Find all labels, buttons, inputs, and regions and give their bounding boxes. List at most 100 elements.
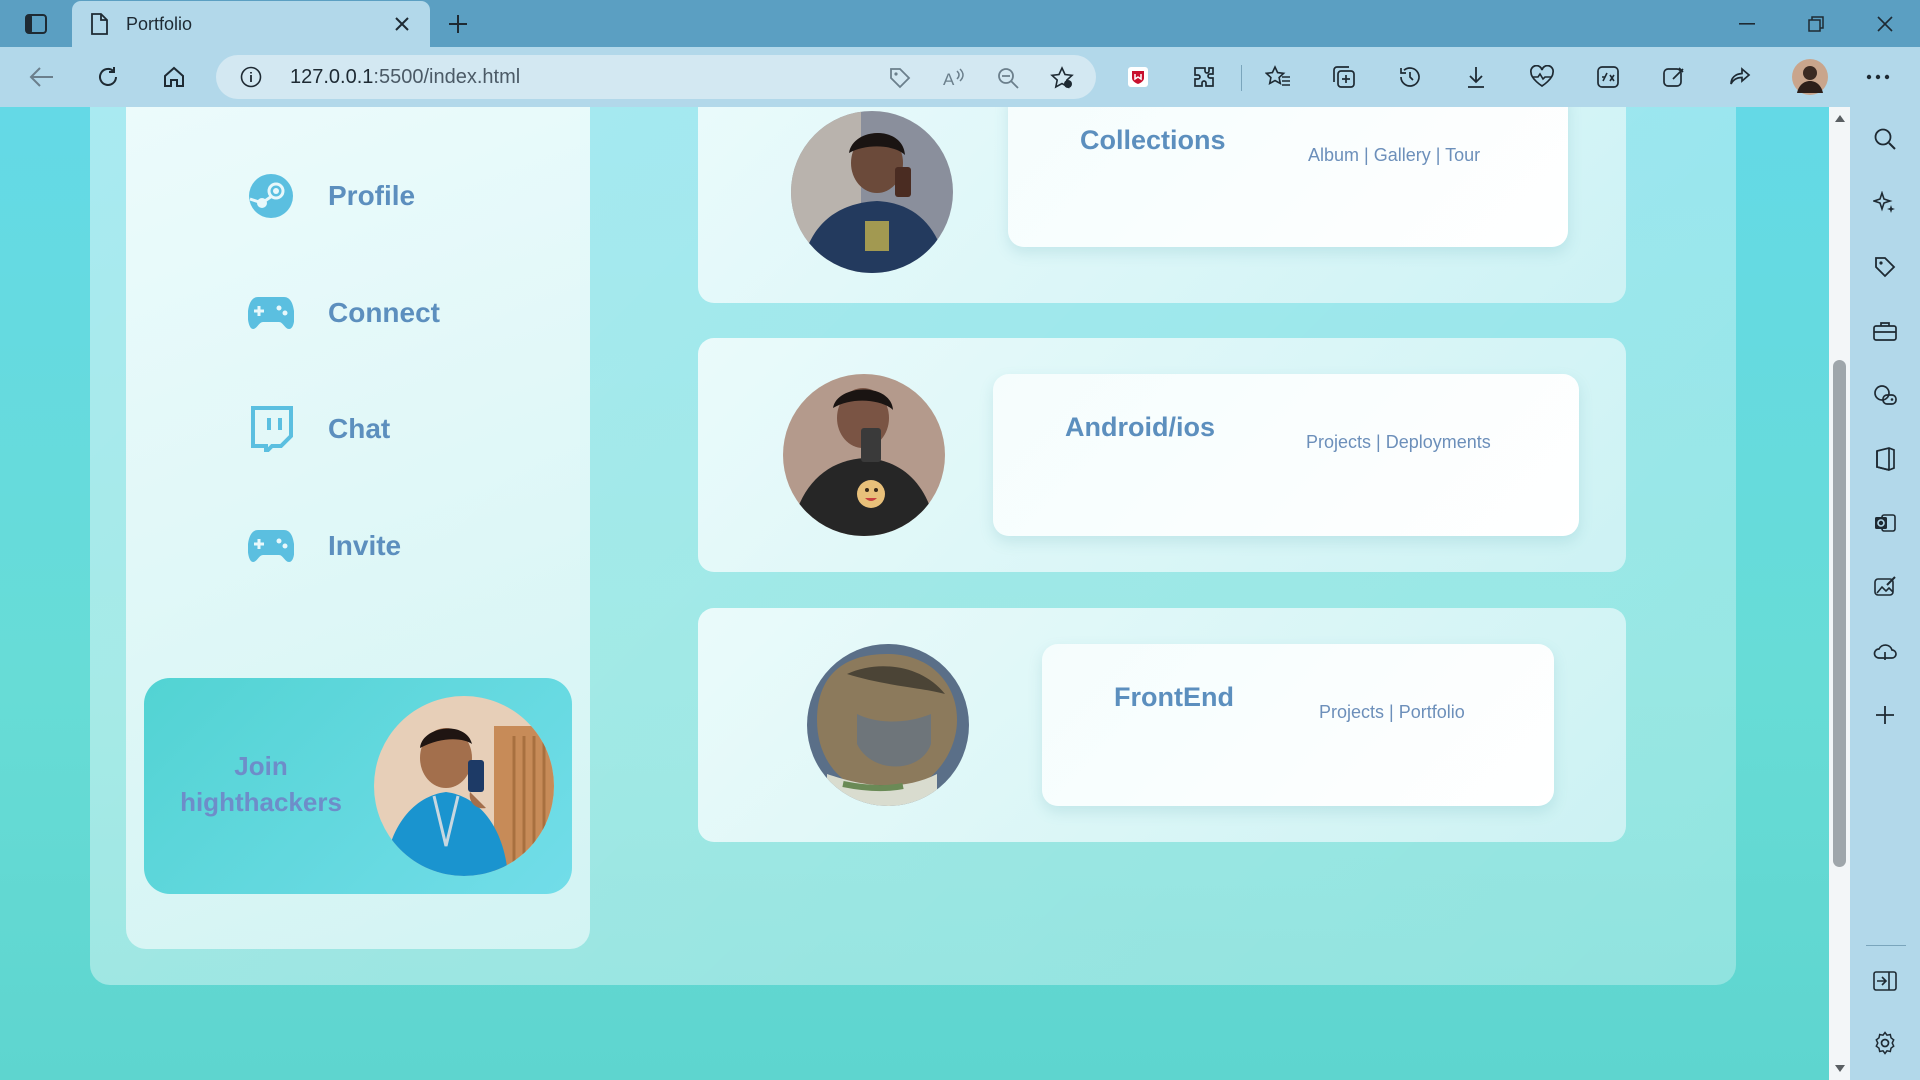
caret-up-icon xyxy=(1834,115,1845,122)
sidebar-search-button[interactable] xyxy=(1863,117,1907,161)
info-icon[interactable] xyxy=(240,66,262,88)
minimize-icon xyxy=(1739,22,1755,25)
close-icon xyxy=(1877,15,1893,32)
page-viewport[interactable]: Profile Connect Chat Invite Join hightha… xyxy=(0,107,1829,1080)
card-collections[interactable]: Collections Album | Gallery | Tour xyxy=(698,107,1626,303)
collections-button[interactable] xyxy=(1322,55,1366,99)
download-icon xyxy=(1468,67,1484,88)
nav-label: Invite xyxy=(328,530,402,561)
restore-button[interactable] xyxy=(1782,0,1850,47)
home-icon xyxy=(164,66,184,87)
join-avatar-photo xyxy=(374,696,554,876)
close-window-button[interactable] xyxy=(1851,0,1919,47)
history-icon xyxy=(1400,67,1420,87)
more-options-button[interactable] xyxy=(1856,55,1900,99)
sparkle-icon xyxy=(1873,191,1895,213)
sidebar-hide-button[interactable] xyxy=(1863,959,1907,1003)
search-icon xyxy=(1874,128,1896,150)
steam-icon xyxy=(248,173,294,219)
card-inner-panel: FrontEnd Projects | Portfolio xyxy=(1042,644,1554,806)
plus-icon xyxy=(1876,706,1894,724)
browser-essentials-button[interactable] xyxy=(1520,55,1564,99)
sidebar-drop-button[interactable] xyxy=(1863,629,1907,673)
add-favorite-icon[interactable] xyxy=(1050,66,1074,90)
url-host: 127.0.0.1 xyxy=(290,66,374,88)
card-title: FrontEnd xyxy=(1114,682,1234,712)
restore-icon xyxy=(1808,15,1824,32)
sidebar-games-button[interactable] xyxy=(1863,373,1907,417)
sidebar-settings-button[interactable] xyxy=(1863,1021,1907,1065)
hide-sidebar-icon xyxy=(1873,971,1897,991)
address-bar[interactable]: 127.0.0.1:5500/index.html A xyxy=(216,55,1096,99)
nav-item-profile[interactable]: Profile xyxy=(248,171,548,221)
svg-text:A: A xyxy=(943,70,955,89)
favorites-icon xyxy=(1265,65,1290,86)
gamepad-icon xyxy=(248,290,294,336)
gear-icon xyxy=(1875,1031,1895,1055)
favorites-button[interactable] xyxy=(1256,55,1300,99)
card-links[interactable]: Projects | Portfolio xyxy=(1319,702,1465,723)
image-edit-icon xyxy=(1874,576,1896,596)
history-button[interactable] xyxy=(1388,55,1432,99)
nav-label: Chat xyxy=(328,413,391,444)
heart-pulse-icon xyxy=(1530,65,1554,88)
edge-sidebar xyxy=(1850,107,1920,1080)
sidebar-copilot-button[interactable] xyxy=(1863,181,1907,225)
card-android-ios[interactable]: Android/ios Projects | Deployments xyxy=(698,338,1626,572)
sidebar-designer-button[interactable] xyxy=(1863,565,1907,609)
read-aloud-icon[interactable]: A xyxy=(942,66,966,90)
sidebar-add-button[interactable] xyxy=(1863,693,1907,737)
card-avatar-photo xyxy=(791,111,953,273)
card-inner-panel: Android/ios Projects | Deployments xyxy=(993,374,1579,536)
sidebar-shopping-button[interactable] xyxy=(1863,245,1907,289)
tab-actions-button[interactable] xyxy=(14,8,58,40)
join-card[interactable]: Join highthackers xyxy=(144,678,572,894)
refresh-button[interactable] xyxy=(86,55,130,99)
zoom-out-icon[interactable] xyxy=(996,66,1020,90)
share-icon xyxy=(1730,67,1751,85)
card-links[interactable]: Projects | Deployments xyxy=(1306,432,1491,453)
join-line-1: Join xyxy=(234,751,288,781)
nav-label: Connect xyxy=(328,297,440,328)
sidebar-outlook-button[interactable] xyxy=(1863,501,1907,545)
new-tab-button[interactable] xyxy=(440,6,476,42)
sidebar-office-button[interactable] xyxy=(1863,437,1907,481)
arrow-left-icon xyxy=(29,67,53,87)
nav-label: Profile xyxy=(328,180,416,211)
scrollbar-thumb[interactable] xyxy=(1833,360,1846,867)
gamepad-icon xyxy=(248,523,294,569)
twitch-icon xyxy=(248,406,294,452)
url-text[interactable]: 127.0.0.1:5500/index.html xyxy=(290,55,520,99)
back-button[interactable] xyxy=(20,55,64,99)
sidebar-tools-button[interactable] xyxy=(1863,309,1907,353)
math-solver-button[interactable] xyxy=(1586,55,1630,99)
extension-mcafee-button[interactable] xyxy=(1116,55,1160,99)
more-icon xyxy=(1866,74,1890,80)
cloud-icon xyxy=(1873,644,1897,660)
nav-item-invite[interactable]: Invite xyxy=(248,521,548,571)
nav-item-connect[interactable]: Connect xyxy=(248,288,548,338)
share-button[interactable] xyxy=(1718,55,1762,99)
tag-icon xyxy=(1875,257,1896,278)
home-button[interactable] xyxy=(152,55,196,99)
url-path: :5500/index.html xyxy=(373,66,521,88)
browser-toolbar: 127.0.0.1:5500/index.html A xyxy=(0,47,1920,107)
minimize-button[interactable] xyxy=(1713,0,1781,47)
close-tab-button[interactable] xyxy=(388,10,416,38)
puzzle-icon xyxy=(1194,67,1214,87)
card-frontend[interactable]: FrontEnd Projects | Portfolio xyxy=(698,608,1626,842)
vertical-scrollbar[interactable] xyxy=(1829,107,1850,1080)
briefcase-icon xyxy=(1873,322,1897,341)
card-links[interactable]: Album | Gallery | Tour xyxy=(1308,145,1480,166)
performance-button[interactable] xyxy=(1652,55,1696,99)
profile-avatar-button[interactable] xyxy=(1788,55,1832,99)
tag-icon[interactable] xyxy=(888,66,912,90)
card-inner-panel: Collections Album | Gallery | Tour xyxy=(1008,107,1568,247)
title-bar: Portfolio xyxy=(0,0,1920,47)
nav-item-chat[interactable]: Chat xyxy=(248,404,548,454)
scroll-up-button[interactable] xyxy=(1833,112,1846,125)
extensions-button[interactable] xyxy=(1182,55,1226,99)
scroll-down-button[interactable] xyxy=(1833,1062,1846,1075)
browser-tab[interactable]: Portfolio xyxy=(72,1,430,47)
downloads-button[interactable] xyxy=(1454,55,1498,99)
